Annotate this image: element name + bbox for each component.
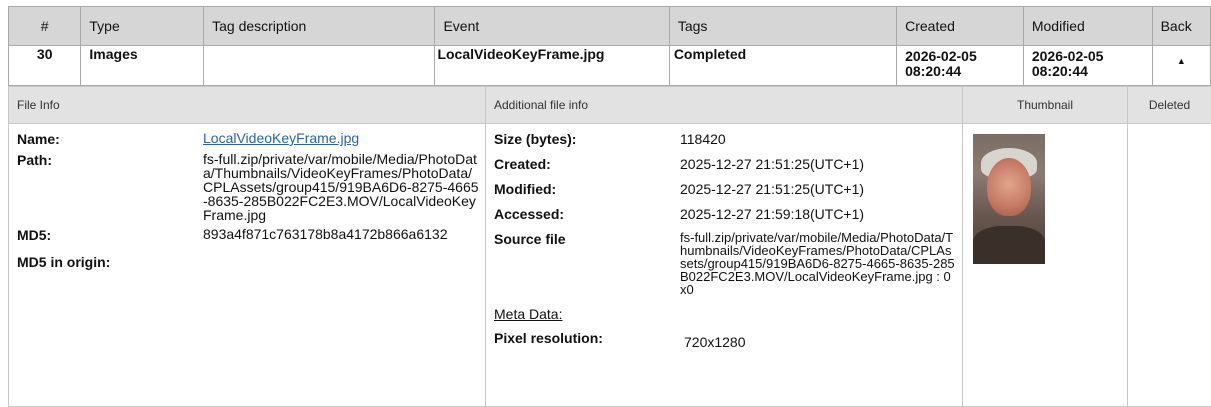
meta-data-label: Meta Data: [494, 306, 563, 322]
pixel-label: Pixel resolution: [494, 330, 603, 346]
accessed-label: Accessed: [494, 206, 565, 222]
table-row[interactable]: 30 Images LocalVideoKeyFrame.jpg Complet… [7, 45, 1211, 86]
file-path-value: fs-full.zip/private/var/mobile/Media/Pho… [203, 151, 479, 223]
deleted-header: Deleted [1127, 86, 1211, 124]
col-header-modified[interactable]: Modified [1022, 6, 1153, 46]
md5-value: 893a4f871c763178b8a4172b866a6132 [203, 226, 448, 242]
modified-row: Modified: 2025-12-27 21:51:25(UTC+1) [486, 181, 962, 197]
col-header-event[interactable]: Event [434, 6, 670, 46]
row-created-time: 08:20:44 [905, 63, 962, 79]
col-header-created[interactable]: Created [896, 6, 1024, 46]
row-modified-date: 2026-02-05 [1031, 48, 1104, 64]
thumbnail-image[interactable] [973, 134, 1045, 264]
modified-value: 2025-12-27 21:51:25(UTC+1) [680, 181, 865, 197]
file-name-label: Name: [17, 131, 60, 147]
col-header-tags[interactable]: Tags [668, 6, 898, 46]
row-tag-description [203, 45, 436, 86]
thumbnail-panel [962, 123, 1128, 407]
accessed-value: 2025-12-27 21:59:18(UTC+1) [680, 206, 865, 222]
row-tags: Completed [668, 45, 898, 86]
size-row: Size (bytes): 118420 [486, 131, 962, 147]
row-created-date: 2026-02-05 [905, 48, 977, 64]
size-label: Size (bytes): [494, 131, 577, 147]
md5-row: MD5: 893a4f871c763178b8a4172b866a6132 [9, 227, 485, 243]
file-name-link[interactable]: LocalVideoKeyFrame.jpg [203, 131, 479, 147]
md5-origin-label: MD5 in origin: [17, 254, 111, 270]
thumbnail-shoulder [973, 226, 1045, 264]
row-created: 2026-02-05 08:20:44 [896, 45, 1024, 86]
row-event: LocalVideoKeyFrame.jpg [434, 45, 670, 86]
accessed-row: Accessed: 2025-12-27 21:59:18(UTC+1) [486, 206, 962, 222]
additional-info-panel: Size (bytes): 118420 Created: 2025-12-27… [485, 123, 963, 407]
col-header-type[interactable]: Type [80, 6, 205, 46]
col-header-number[interactable]: # [7, 6, 82, 46]
file-info-panel: Name: LocalVideoKeyFrame.jpg Path: fs-fu… [8, 123, 486, 407]
source-value: fs-full.zip/private/var/mobile/Media/Pho… [680, 230, 955, 297]
modified-label: Modified: [494, 181, 557, 197]
row-modified-time: 08:20:44 [1031, 63, 1088, 79]
md5-origin-row: MD5 in origin: [9, 254, 485, 270]
detail-header-row: File Info Additional file info Thumbnail… [8, 86, 1211, 124]
file-path-row: Path: fs-full.zip/private/var/mobile/Med… [9, 152, 485, 222]
created-value: 2025-12-27 21:51:25(UTC+1) [680, 156, 865, 172]
created-label: Created: [494, 156, 551, 172]
up-arrow-icon[interactable]: ▲ [1161, 56, 1202, 66]
row-number: 30 [7, 45, 82, 86]
created-row: Created: 2025-12-27 21:51:25(UTC+1) [486, 156, 962, 172]
meta-row: Meta Data: [486, 306, 962, 322]
row-modified: 2026-02-05 08:20:44 [1022, 45, 1153, 86]
results-grid: # Type Tag description Event Tags Create… [7, 6, 1211, 86]
pixel-value: 720x1280 [684, 334, 746, 350]
grid-header-row: # Type Tag description Event Tags Create… [7, 6, 1211, 46]
row-back: ▲ [1151, 45, 1211, 86]
md5-label: MD5: [17, 227, 52, 243]
additional-info-header: Additional file info [485, 86, 963, 124]
detail-panel: File Info Additional file info Thumbnail… [8, 86, 1211, 407]
detail-body-row: Name: LocalVideoKeyFrame.jpg Path: fs-fu… [8, 123, 1211, 407]
thumbnail-header: Thumbnail [962, 86, 1128, 124]
pixel-row: Pixel resolution: 720x1280 [486, 330, 962, 350]
deleted-panel [1127, 123, 1211, 407]
row-type: Images [80, 45, 205, 86]
source-row: Source file fs-full.zip/private/var/mobi… [486, 231, 962, 296]
size-value: 118420 [680, 131, 726, 147]
file-name-row: Name: LocalVideoKeyFrame.jpg [9, 131, 485, 147]
file-info-header: File Info [8, 86, 486, 124]
col-header-tag-description[interactable]: Tag description [203, 6, 436, 46]
source-label: Source file [494, 231, 566, 247]
thumbnail-face [987, 158, 1031, 216]
col-header-back[interactable]: Back [1151, 6, 1211, 46]
file-path-label: Path: [17, 152, 52, 168]
